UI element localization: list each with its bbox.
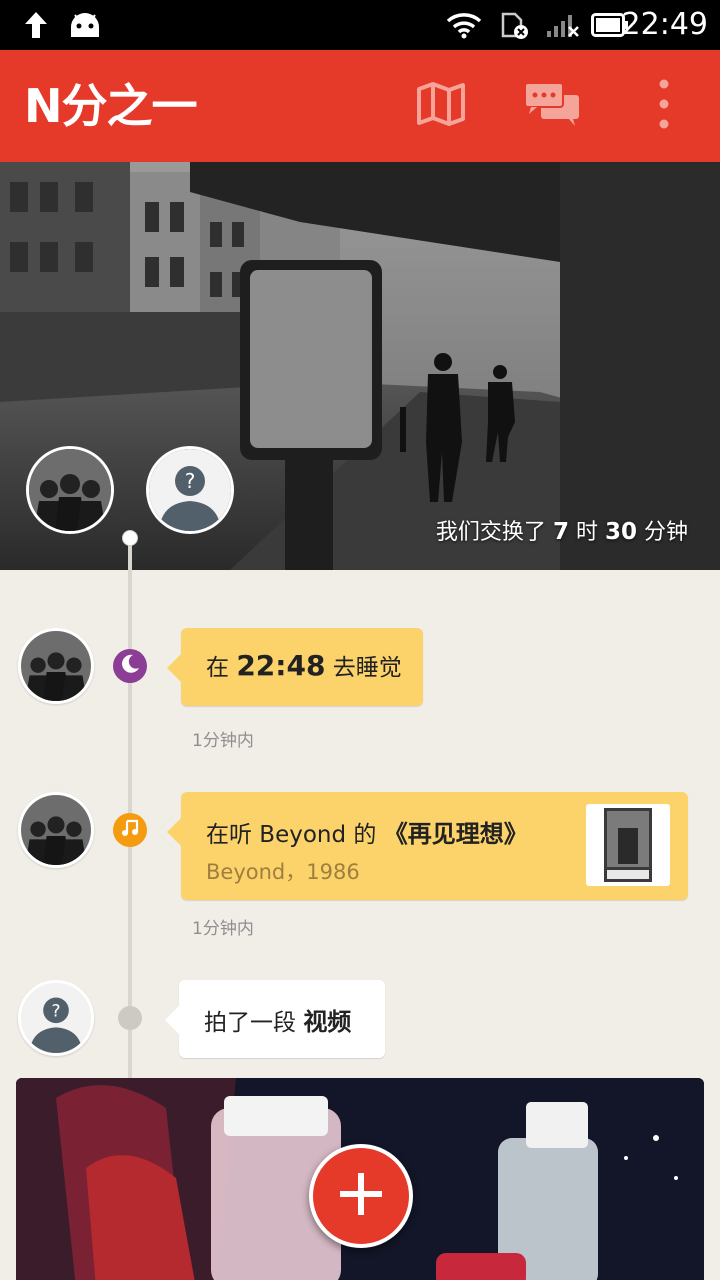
timeline-avatar[interactable] bbox=[18, 628, 94, 704]
album-cover[interactable] bbox=[586, 804, 670, 886]
map-button[interactable] bbox=[402, 50, 480, 162]
music-bubble[interactable]: 在听 Beyond 的 《再见理想》 Beyond，1986 bbox=[167, 792, 688, 900]
app-bar: N分之一 bbox=[0, 50, 720, 162]
dot-icon bbox=[118, 1006, 142, 1030]
video-text: 拍了一段 视频 bbox=[204, 1002, 351, 1037]
exchange-duration: 我们交换了 7 时 30 分钟 bbox=[436, 514, 688, 546]
partner-avatar-large[interactable]: ? bbox=[146, 446, 234, 534]
chat-icon bbox=[523, 81, 581, 131]
signal-icon bbox=[544, 0, 582, 50]
android-icon bbox=[66, 0, 104, 50]
more-vert-icon bbox=[659, 79, 669, 133]
status-bar: 22:49 bbox=[0, 0, 720, 50]
music-prefix: 在听 Beyond 的 bbox=[206, 822, 377, 848]
sleep-bubble[interactable]: 在 22:48 去睡觉 bbox=[167, 628, 423, 706]
timeline-avatar[interactable] bbox=[18, 792, 94, 868]
map-icon bbox=[416, 81, 466, 131]
svg-text:?: ? bbox=[185, 469, 196, 493]
sleep-type-badge bbox=[113, 649, 147, 683]
status-time: 22:49 bbox=[621, 7, 708, 42]
sleep-prefix: 在 bbox=[206, 655, 229, 681]
music-subtitle: Beyond，1986 bbox=[206, 860, 360, 884]
exchange-hours-unit: 时 bbox=[575, 520, 598, 545]
music-type-badge bbox=[113, 813, 147, 847]
video-prefix: 拍了一段 bbox=[204, 1010, 296, 1036]
sleep-text: 在 22:48 去睡觉 bbox=[206, 648, 402, 682]
more-options-button[interactable] bbox=[640, 50, 688, 162]
music-note-icon bbox=[120, 818, 140, 842]
music-title: 《再见理想》 bbox=[383, 820, 528, 848]
plus-icon bbox=[338, 1171, 384, 1221]
add-button[interactable] bbox=[309, 1144, 413, 1248]
exchange-minutes: 30 bbox=[604, 519, 637, 545]
exchange-prefix: 我们交换了 bbox=[435, 520, 546, 545]
timestamp: 1分钟内 bbox=[192, 919, 254, 939]
chat-button[interactable] bbox=[512, 50, 592, 162]
sleep-time: 22:48 bbox=[236, 649, 326, 682]
user-avatar-large[interactable] bbox=[26, 446, 114, 534]
app-logo: N分之一 bbox=[24, 79, 197, 133]
hero-image: ? 我们交换了 7 时 30 分钟 bbox=[0, 162, 720, 570]
wifi-icon bbox=[444, 0, 484, 50]
exchange-hours: 7 bbox=[552, 519, 569, 545]
svg-text:?: ? bbox=[51, 1001, 60, 1021]
timestamp: 1分钟内 bbox=[192, 731, 254, 751]
timeline-line bbox=[128, 538, 132, 1078]
sleep-suffix: 去睡觉 bbox=[332, 655, 402, 681]
timeline-avatar[interactable]: ? bbox=[18, 980, 94, 1056]
upload-icon bbox=[20, 0, 52, 50]
video-label: 视频 bbox=[303, 1008, 352, 1036]
music-text: 在听 Beyond 的 《再见理想》 bbox=[206, 814, 528, 849]
sim-off-icon bbox=[498, 0, 532, 50]
exchange-minutes-unit: 分钟 bbox=[643, 520, 688, 545]
timeline-start-dot bbox=[122, 530, 138, 546]
moon-icon bbox=[119, 653, 141, 679]
video-bubble[interactable]: 拍了一段 视频 bbox=[165, 980, 385, 1058]
